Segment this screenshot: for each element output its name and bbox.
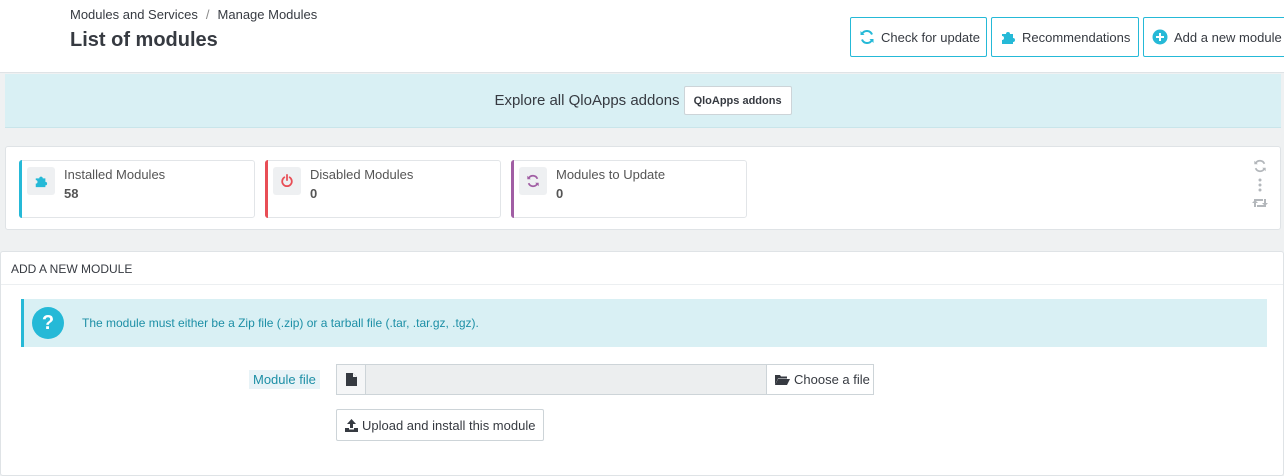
upload-icon — [345, 418, 358, 432]
addons-banner-text: Explore all QloApps addons — [494, 92, 680, 109]
module-file-input[interactable] — [366, 364, 767, 395]
module-file-field: Choose a file — [336, 364, 874, 395]
choose-file-button[interactable]: Choose a file — [767, 364, 874, 395]
power-icon — [273, 167, 301, 195]
info-alert: ? The module must either be a Zip file (… — [21, 299, 1267, 347]
puzzle-icon — [27, 167, 55, 195]
refresh-icon — [519, 167, 547, 195]
check-for-update-label: Check for update — [881, 29, 981, 45]
module-file-label[interactable]: Module file — [249, 370, 320, 389]
more-options-icon[interactable] — [1258, 178, 1262, 192]
page-header: Modules and Services / Manage Modules List… — [0, 0, 1284, 73]
kpi-value: 58 — [64, 186, 79, 201]
folder-open-icon — [775, 374, 790, 385]
info-alert-text: The module must either be a Zip file (.z… — [82, 316, 479, 330]
add-module-panel: Add a new module ? The module must eithe… — [0, 251, 1284, 476]
choose-file-label: Choose a file — [794, 372, 870, 387]
kpi-disabled-modules[interactable]: Disabled Modules 0 — [265, 160, 501, 218]
kpi-label: Installed Modules — [64, 167, 166, 182]
file-icon — [336, 364, 366, 395]
kpi-label: Modules to Update — [556, 167, 666, 182]
kpi-modules-to-update[interactable]: Modules to Update 0 — [511, 160, 747, 218]
breadcrumb-current[interactable]: Manage Modules — [218, 7, 318, 22]
check-for-update-button[interactable]: Check for update — [850, 17, 987, 57]
kpi-panel: Installed Modules 58 Disabled Modules 0 … — [5, 146, 1281, 230]
puzzle-icon — [1002, 32, 1015, 44]
recommendations-button[interactable]: Recommendations — [991, 17, 1139, 57]
recommendations-label: Recommendations — [1022, 29, 1131, 45]
addons-banner: Explore all QloApps addons QloApps addon… — [5, 74, 1281, 128]
breadcrumb: Modules and Services / Manage Modules — [70, 7, 317, 22]
panel-heading: Add a new module — [1, 252, 1283, 285]
qloapps-addons-button[interactable]: QloApps addons — [683, 86, 792, 115]
kpi-color-bar — [19, 160, 22, 218]
plus-circle-icon — [1152, 29, 1168, 45]
upload-install-button[interactable]: Upload and install this module — [336, 409, 545, 441]
add-new-module-label: Add a new module — [1174, 29, 1282, 45]
kpi-value: 0 — [556, 186, 564, 201]
kpi-label: Disabled Modules — [310, 167, 414, 182]
question-circle-icon: ? — [32, 307, 64, 339]
kpi-color-bar — [265, 160, 268, 218]
page-title: List of modules — [70, 29, 218, 51]
breadcrumb-parent-link[interactable]: Modules and Services — [70, 7, 198, 22]
refresh-icon — [860, 30, 874, 44]
kpi-installed-modules[interactable]: Installed Modules 58 — [19, 160, 255, 218]
kpi-color-bar — [511, 160, 514, 218]
breadcrumb-separator: / — [205, 7, 210, 22]
refresh-icon[interactable] — [1253, 159, 1267, 173]
upload-install-label: Upload and install this module — [362, 417, 536, 433]
kpi-tools — [1250, 159, 1270, 214]
retweet-icon[interactable] — [1252, 197, 1268, 209]
kpi-value: 0 — [310, 186, 318, 201]
add-new-module-button[interactable]: Add a new module — [1143, 17, 1284, 57]
